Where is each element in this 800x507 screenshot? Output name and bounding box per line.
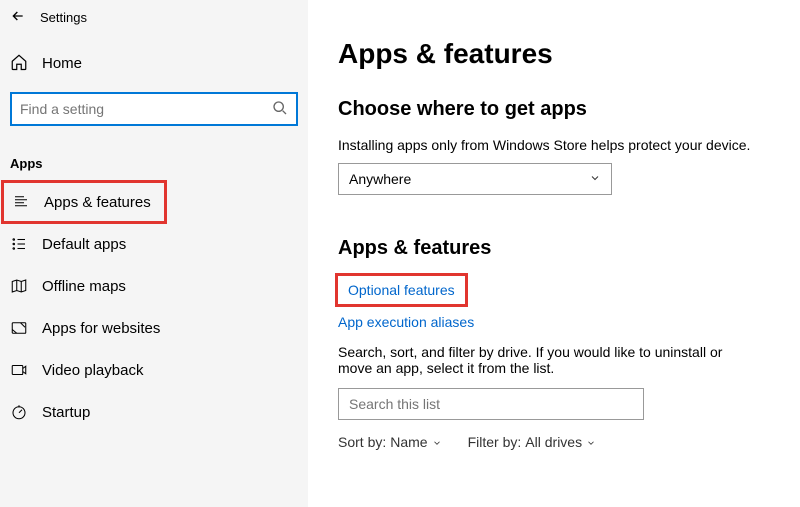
video-playback-icon <box>10 361 28 379</box>
apps-features-section: Apps & features Optional features App ex… <box>338 237 770 450</box>
filter-by-control[interactable]: Filter by: All drives <box>468 434 596 450</box>
app-execution-link[interactable]: App execution aliases <box>338 314 474 330</box>
sidebar-item-label: Startup <box>42 404 90 421</box>
filter-label: Filter by: <box>468 434 522 450</box>
dropdown-value: Anywhere <box>349 171 411 187</box>
sort-filter-row: Sort by: Name Filter by: All drives <box>338 434 770 450</box>
sidebar: Settings Home Apps Apps & features Defau… <box>0 0 308 507</box>
sidebar-item-label: Apps & features <box>44 194 151 211</box>
sidebar-item-label: Offline maps <box>42 278 126 295</box>
page-title: Apps & features <box>338 38 770 70</box>
sidebar-item-startup[interactable]: Startup <box>0 391 308 433</box>
search-container <box>10 92 298 126</box>
search-field[interactable] <box>20 101 272 117</box>
window-title: Settings <box>40 10 87 25</box>
chevron-down-icon <box>589 171 601 187</box>
main-content: Apps & features Choose where to get apps… <box>308 0 800 507</box>
apps-features-icon <box>12 193 30 211</box>
default-apps-icon <box>10 235 28 253</box>
apps-features-helper: Search, sort, and filter by drive. If yo… <box>338 344 758 376</box>
home-button[interactable]: Home <box>0 39 308 88</box>
nav-list: Apps & features Default apps Offline map… <box>0 177 308 437</box>
optional-features-highlight: Optional features <box>338 276 465 304</box>
home-label: Home <box>42 55 82 72</box>
choose-apps-section: Choose where to get apps Installing apps… <box>338 98 770 195</box>
back-icon[interactable] <box>10 8 26 27</box>
sidebar-item-video-playback[interactable]: Video playback <box>0 349 308 391</box>
sidebar-item-label: Default apps <box>42 236 126 253</box>
apps-features-heading: Apps & features <box>338 237 770 260</box>
choose-apps-dropdown[interactable]: Anywhere <box>338 163 612 195</box>
search-list-input[interactable] <box>338 388 644 420</box>
section-header: Apps <box>0 136 308 177</box>
sidebar-item-label: Apps for websites <box>42 320 160 337</box>
sidebar-item-offline-maps[interactable]: Offline maps <box>0 265 308 307</box>
sort-by-control[interactable]: Sort by: Name <box>338 434 442 450</box>
filter-value: All drives <box>525 434 582 450</box>
sidebar-item-apps-for-websites[interactable]: Apps for websites <box>0 307 308 349</box>
chevron-down-icon <box>586 435 596 451</box>
sidebar-item-default-apps[interactable]: Default apps <box>0 223 308 265</box>
home-icon <box>10 53 28 74</box>
startup-icon <box>10 403 28 421</box>
sidebar-item-label: Video playback <box>42 362 143 379</box>
sidebar-item-apps-features[interactable]: Apps & features <box>2 181 166 223</box>
search-list-field[interactable] <box>349 396 633 412</box>
chevron-down-icon <box>432 435 442 451</box>
search-input[interactable] <box>10 92 298 126</box>
optional-features-link[interactable]: Optional features <box>348 282 455 298</box>
apps-websites-icon <box>10 319 28 337</box>
titlebar: Settings <box>0 0 308 33</box>
search-icon <box>272 100 288 119</box>
sort-label: Sort by: <box>338 434 386 450</box>
sort-value: Name <box>390 434 427 450</box>
offline-maps-icon <box>10 277 28 295</box>
choose-apps-heading: Choose where to get apps <box>338 98 770 121</box>
choose-apps-helper: Installing apps only from Windows Store … <box>338 137 770 153</box>
